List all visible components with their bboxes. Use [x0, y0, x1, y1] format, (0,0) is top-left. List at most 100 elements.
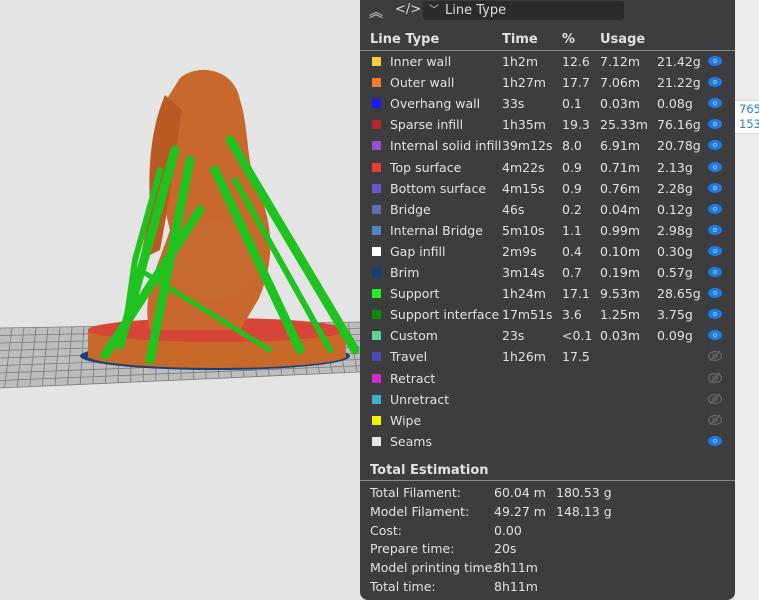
header-time: Time [502, 32, 538, 47]
line-type-length: 0.04m [600, 201, 641, 217]
line-type-row: Brim 3m14s 0.7 0.19m 0.57g [360, 262, 735, 283]
line-type-row: Top surface 4m22s 0.9 0.71m 2.13g [360, 157, 735, 178]
line-type-length: 0.71m [600, 159, 641, 175]
line-type-time: 1h2m [502, 54, 539, 69]
eye-icon[interactable] [708, 434, 722, 448]
line-type-length: 0.19m [600, 265, 641, 280]
line-type-time: 33s [502, 96, 525, 112]
line-type-length: 0.03m [600, 96, 641, 112]
line-type-time: 4m22s [502, 159, 545, 175]
eye-icon[interactable] [708, 286, 722, 300]
line-type-weight: 0.12g [657, 201, 693, 217]
total-label: Total Filament: [370, 485, 461, 500]
total-value-2: 180.53 g [556, 485, 612, 500]
line-type-percent: 17.1 [562, 286, 590, 302]
eye-icon[interactable] [708, 54, 722, 68]
line-type-name: Custom [390, 328, 438, 344]
double-chevron-up-icon[interactable]: ︽ [369, 2, 383, 22]
color-swatch [372, 394, 381, 404]
line-type-weight: 0.09g [657, 328, 693, 344]
line-type-row: Support 1h24m 17.1 9.53m 28.65g [360, 283, 735, 304]
line-type-name: Support [390, 286, 440, 302]
legend-panel: ︽ </> ﹀ Line Type Line Type Time % Usage… [360, 0, 735, 600]
line-type-weight: 0.30g [657, 243, 693, 259]
line-type-length: 0.03m [600, 328, 641, 344]
line-type-row: Wipe [360, 410, 735, 431]
line-type-length: 0.10m [600, 243, 641, 259]
line-type-name: Internal Bridge [390, 222, 483, 238]
line-type-weight: 2.98g [657, 222, 693, 238]
eye-off-icon[interactable] [708, 392, 722, 406]
line-type-row: Gap infill 2m9s 0.4 0.10m 0.30g [360, 241, 735, 262]
color-swatch [372, 310, 381, 320]
eye-icon[interactable] [708, 265, 722, 279]
eye-icon[interactable] [708, 96, 722, 110]
color-swatch [372, 246, 381, 256]
line-type-row: Support interface 17m51s 3.6 1.25m 3.75g [360, 304, 735, 325]
line-type-time: 1h26m [502, 349, 546, 365]
total-value: 60.04 m [494, 485, 546, 500]
line-type-time: 1h27m [502, 75, 546, 91]
line-type-length: 0.76m [600, 180, 641, 196]
eye-icon[interactable] [708, 160, 722, 174]
eye-icon[interactable] [708, 328, 722, 342]
line-type-time: 23s [502, 328, 525, 344]
line-type-row: Internal solid infill 39m12s 8.0 6.91m 2… [360, 135, 735, 156]
eye-icon[interactable] [708, 75, 722, 89]
total-label: Model printing time: [370, 560, 497, 576]
line-type-time: 2m9s [502, 243, 537, 259]
total-value-2: 148.13 g [556, 503, 612, 519]
code-icon[interactable]: </> [395, 2, 421, 17]
line-type-time: 1h24m [502, 286, 546, 302]
line-type-percent: 0.2 [562, 201, 582, 217]
eye-icon[interactable] [708, 307, 722, 321]
line-type-percent: 17.5 [562, 349, 590, 365]
line-type-percent: <0.1 [562, 328, 593, 344]
total-row: Cost: 0.00 [360, 522, 735, 541]
eye-off-icon[interactable] [708, 349, 722, 363]
eye-icon[interactable] [708, 181, 722, 195]
line-type-row: Unretract [360, 389, 735, 410]
eye-icon[interactable] [708, 202, 722, 216]
eye-icon[interactable] [708, 117, 722, 131]
line-type-row: Internal Bridge 5m10s 1.1 0.99m 2.98g [360, 220, 735, 241]
eye-icon[interactable] [708, 223, 722, 237]
table-header: Line Type Time % Usage [360, 31, 735, 51]
panel-toolbar: ︽ </> ﹀ Line Type [360, 0, 735, 22]
color-swatch [372, 78, 381, 88]
line-type-percent: 8.0 [562, 138, 582, 154]
total-value: 8h11m [494, 579, 538, 594]
total-estimation-title: Total Estimation [360, 461, 735, 481]
line-type-time: 5m10s [502, 222, 545, 238]
line-type-name: Bottom surface [390, 180, 487, 196]
line-type-row: Custom 23s <0.1 0.03m 0.09g [360, 325, 735, 346]
eye-off-icon[interactable] [708, 413, 722, 427]
line-type-name: Top surface [390, 159, 462, 175]
line-type-length: 6.91m [600, 138, 641, 154]
line-type-length: 7.12m [600, 54, 641, 69]
view-type-dropdown[interactable]: ﹀ Line Type [423, 1, 624, 20]
total-label: Prepare time: [370, 541, 455, 557]
header-usage: Usage [600, 32, 646, 47]
line-type-name: Bridge [390, 201, 431, 217]
line-type-name: Gap infill [390, 243, 446, 259]
color-swatch [372, 289, 381, 299]
eye-off-icon[interactable] [708, 371, 722, 385]
total-row: Model printing time: 8h11m [360, 559, 735, 578]
line-type-weight: 3.75g [657, 307, 693, 323]
line-type-name: Wipe [390, 412, 422, 428]
total-value: 8h11m [494, 560, 538, 576]
line-type-time: 17m51s [502, 307, 553, 323]
eye-icon[interactable] [708, 138, 722, 152]
line-type-name: Sparse infill [390, 117, 464, 133]
line-type-name: Seams [390, 433, 432, 449]
line-type-weight: 2.28g [657, 180, 693, 196]
line-type-weight: 0.57g [657, 265, 693, 280]
total-row: Total time: 8h11m [360, 578, 735, 597]
color-swatch [372, 162, 381, 172]
chevron-down-icon: ﹀ [429, 5, 439, 16]
eye-icon[interactable] [708, 244, 722, 258]
line-type-length: 7.06m [600, 75, 641, 91]
view-type-value: Line Type [445, 3, 507, 18]
line-type-percent: 12.6 [562, 54, 590, 69]
